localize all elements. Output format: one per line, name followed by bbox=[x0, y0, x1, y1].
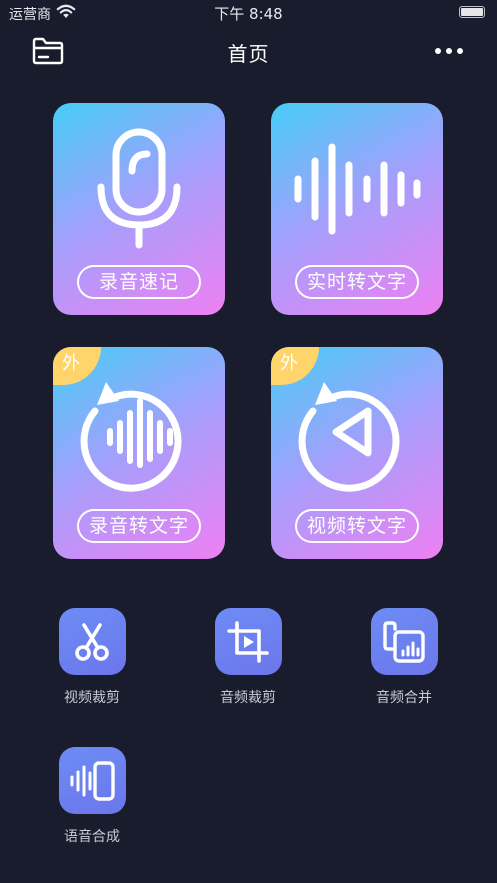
card-video-to-text[interactable]: 外 视频转文字 bbox=[271, 347, 443, 559]
card-label: 视频转文字 bbox=[295, 509, 419, 543]
tool-label: 语音合成 bbox=[64, 829, 120, 845]
tool-video-trim[interactable]: 视频裁剪 bbox=[42, 608, 142, 707]
card-label: 实时转文字 bbox=[295, 265, 419, 299]
tool-label: 音频合并 bbox=[376, 690, 432, 706]
crop-icon bbox=[214, 608, 282, 675]
card-recording-notes[interactable]: 录音速记 bbox=[53, 103, 225, 315]
microphone-icon bbox=[97, 128, 181, 249]
more-icon[interactable] bbox=[430, 39, 470, 63]
tool-speech-synthesis[interactable]: 语音合成 bbox=[42, 747, 142, 846]
sound-wave-icon bbox=[294, 143, 421, 235]
tool-label: 音频裁剪 bbox=[220, 690, 276, 706]
status-time: 下午 8:48 bbox=[214, 5, 283, 23]
battery-icon bbox=[459, 6, 485, 18]
tool-audio-merge[interactable]: 音频合并 bbox=[354, 608, 454, 707]
voice-synthesis-icon bbox=[58, 747, 126, 814]
card-recording-to-text[interactable]: 外 录音转文字 bbox=[53, 347, 225, 559]
nav-bar: 首页 bbox=[0, 30, 497, 74]
card-label: 录音速记 bbox=[77, 265, 201, 299]
merge-icon bbox=[370, 608, 438, 675]
scissors-icon bbox=[58, 608, 126, 675]
card-label: 录音转文字 bbox=[77, 509, 201, 543]
card-realtime-to-text[interactable]: 实时转文字 bbox=[271, 103, 443, 315]
tool-audio-trim[interactable]: 音频裁剪 bbox=[198, 608, 298, 707]
tool-label: 视频裁剪 bbox=[64, 690, 120, 706]
page-title: 首页 bbox=[227, 42, 270, 66]
status-bar: 运营商 下午 8:48 bbox=[0, 0, 497, 26]
